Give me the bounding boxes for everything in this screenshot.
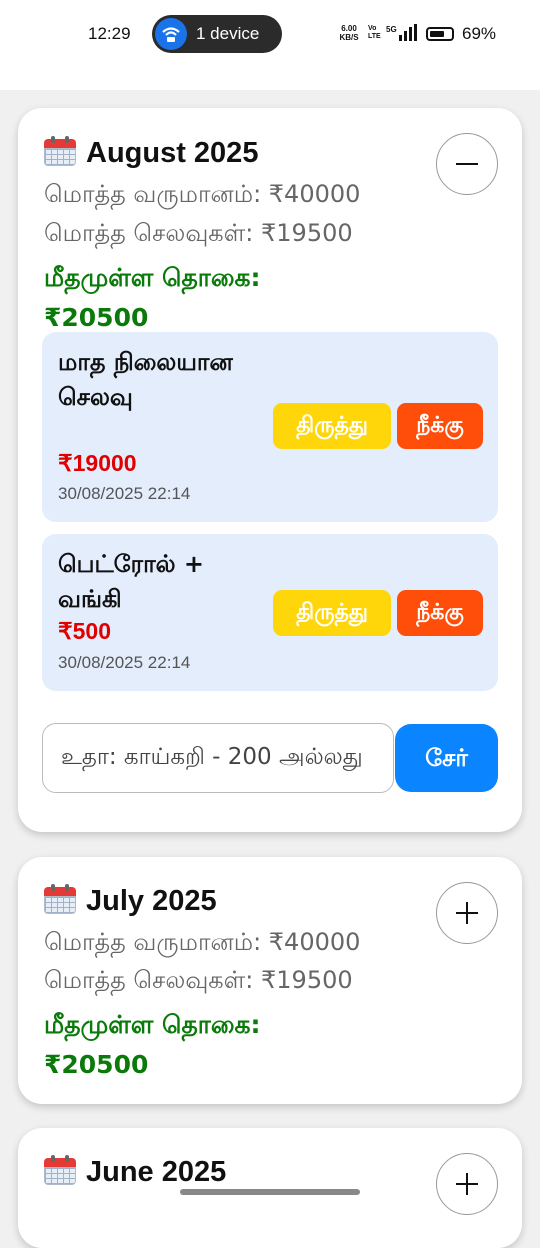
delete-button[interactable]: நீக்கு bbox=[397, 590, 483, 636]
balance-amount: மீதமுள்ள தொகை: ₹20500 bbox=[44, 1010, 261, 1079]
plus-icon bbox=[456, 902, 478, 924]
delete-button[interactable]: நீக்கு bbox=[397, 403, 483, 449]
volte-indicator: Vo LTE bbox=[368, 25, 381, 40]
device-count-label: 1 device bbox=[196, 24, 260, 43]
expense-entry: மாத நிலையான செலவு ₹19000 30/08/2025 22:1… bbox=[42, 332, 498, 522]
network-type: 5G bbox=[386, 25, 397, 34]
calendar-icon bbox=[44, 136, 76, 166]
total-expense: மொத்த செலவுகள்: ₹19500 bbox=[44, 966, 353, 994]
home-indicator[interactable] bbox=[180, 1189, 360, 1195]
month-title-text: June 2025 bbox=[86, 1156, 227, 1188]
total-income: மொத்த வருமானம்: ₹40000 bbox=[44, 928, 361, 956]
expense-input[interactable]: உதா: காய்கறி - 200 அல்லது bbox=[42, 723, 394, 793]
entry-amount: ₹19000 bbox=[58, 450, 137, 476]
connected-devices-pill[interactable]: 1 device bbox=[152, 15, 282, 53]
edit-button[interactable]: திருத்து bbox=[273, 590, 391, 636]
entry-date: 30/08/2025 22:14 bbox=[58, 653, 191, 672]
battery-percent: 69% bbox=[462, 24, 497, 43]
total-expense: மொத்த செலவுகள்: ₹19500 bbox=[44, 219, 353, 247]
calendar-icon bbox=[44, 884, 76, 914]
month-card-june: June 2025 bbox=[18, 1128, 522, 1248]
month-title-text: July 2025 bbox=[86, 885, 217, 917]
expense-entry: பெட்ரோல் + வங்கி ₹500 30/08/2025 22:14 த… bbox=[42, 534, 498, 691]
total-income: மொத்த வருமானம்: ₹40000 bbox=[44, 180, 361, 208]
status-bar: 12:29 1 device 6.00 KB/S Vo LTE 5G 69% bbox=[0, 0, 540, 90]
plus-icon bbox=[456, 1173, 478, 1195]
month-title-text: August 2025 bbox=[86, 137, 259, 169]
edit-button[interactable]: திருத்து bbox=[273, 403, 391, 449]
month-title: June 2025 bbox=[44, 1155, 226, 1189]
balance-amount: மீதமுள்ள தொகை: ₹20500 bbox=[44, 263, 261, 332]
month-title: August 2025 bbox=[44, 136, 258, 170]
battery-icon bbox=[426, 27, 454, 41]
net-speed-value: 6.00 bbox=[341, 24, 357, 33]
net-speed: 6.00 KB/S bbox=[336, 24, 362, 42]
collapse-button[interactable] bbox=[436, 133, 498, 195]
status-time: 12:29 bbox=[88, 24, 131, 43]
entry-date: 30/08/2025 22:14 bbox=[58, 484, 191, 503]
signal-icon: 5G bbox=[386, 24, 418, 47]
add-button[interactable]: சேர் bbox=[395, 724, 498, 792]
month-title: July 2025 bbox=[44, 884, 217, 918]
entry-amount: ₹500 bbox=[58, 618, 112, 644]
month-card-august: August 2025 மொத்த வருமானம்: ₹40000 மொத்த… bbox=[18, 108, 522, 832]
net-speed-unit: KB/S bbox=[339, 33, 359, 42]
month-card-july: July 2025 மொத்த வருமானம்: ₹40000 மொத்த ச… bbox=[18, 857, 522, 1104]
wifi-icon bbox=[155, 18, 187, 50]
entry-description: பெட்ரோல் + வங்கி bbox=[58, 550, 205, 613]
entry-description: மாத நிலையான செலவு bbox=[58, 348, 233, 411]
calendar-icon bbox=[44, 1155, 76, 1185]
expand-button[interactable] bbox=[436, 882, 498, 944]
minus-icon bbox=[456, 163, 478, 165]
